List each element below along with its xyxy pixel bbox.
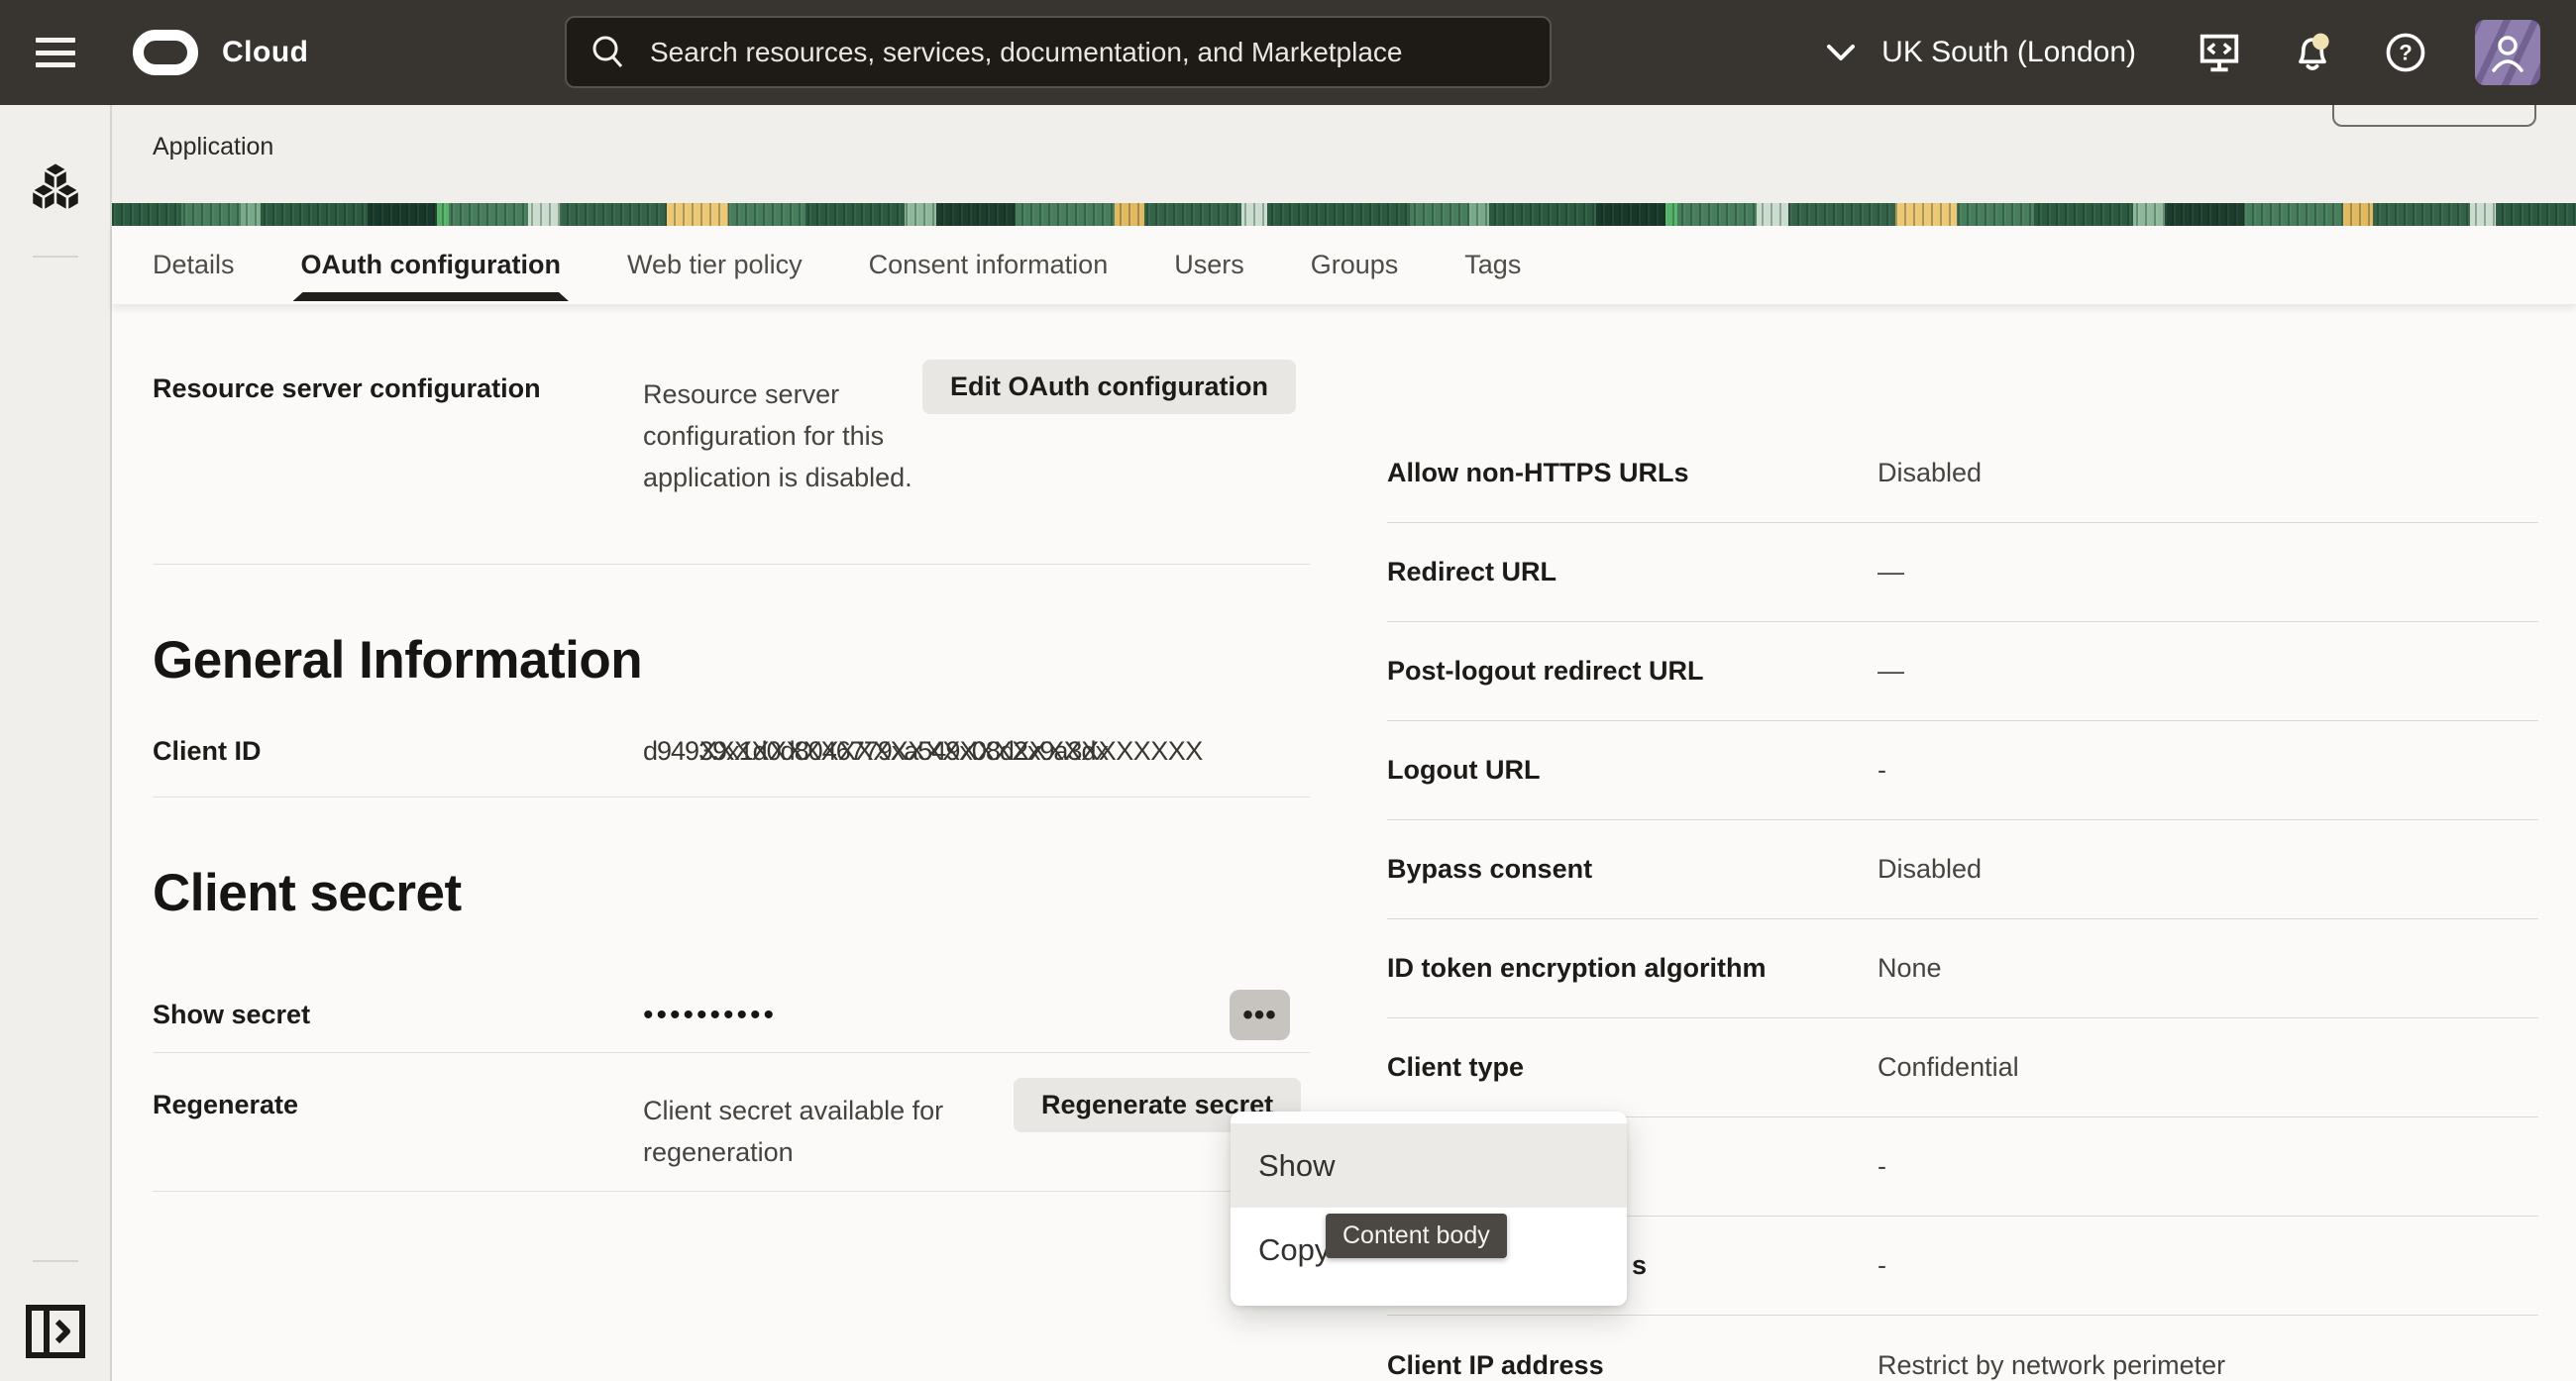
show-secret-row: Show secret •••••••••• ••• (153, 978, 1310, 1053)
global-search[interactable] (565, 16, 1552, 88)
oracle-logo-icon (133, 30, 198, 75)
scrolled-action-button[interactable] (2332, 105, 2536, 127)
secret-actions-menu: Show Copy (1231, 1112, 1627, 1306)
detail-value: None (1878, 953, 1942, 984)
user-avatar[interactable] (2475, 20, 2540, 85)
help-icon: ? (2382, 27, 2429, 78)
detail-row-allow-non-https: Allow non-HTTPS URLs Disabled (1387, 424, 2538, 523)
detail-value: - (1878, 1151, 1886, 1182)
sidebar-divider (33, 1260, 78, 1262)
client-id-row: Client ID d94939x1d0d8046779xa549x08d2x9… (153, 736, 1310, 797)
tab-details[interactable]: Details (153, 226, 235, 304)
page-title-bar: Application (112, 105, 2576, 203)
show-secret-label: Show secret (153, 1000, 643, 1030)
top-header: Cloud UK South (London) (0, 0, 2576, 105)
region-label: UK South (London) (1881, 36, 2136, 69)
detail-row-post-logout-redirect-url: Post-logout redirect URL — (1387, 622, 2538, 721)
person-icon (2484, 29, 2531, 76)
resource-server-configuration-value: Resource server configuration for this a… (643, 352, 922, 564)
tab-tags[interactable]: Tags (1464, 226, 1521, 304)
detail-row-id-token-encryption: ID token encryption algorithm None (1387, 919, 2538, 1018)
tab-consent-information[interactable]: Consent information (869, 226, 1109, 304)
search-icon (589, 33, 628, 72)
general-information-heading: General Information (153, 630, 1310, 690)
detail-label: Bypass consent (1387, 854, 1878, 885)
resource-server-configuration-label: Resource server configuration (153, 352, 643, 564)
detail-label: ID token encryption algorithm (1387, 953, 1878, 984)
masked-secret-value: •••••••••• (643, 999, 777, 1032)
left-sidebar (0, 105, 112, 1381)
client-secret-heading: Client secret (153, 863, 1310, 923)
edit-oauth-configuration-button[interactable]: Edit OAuth configuration (922, 360, 1296, 414)
detail-row-logout-url: Logout URL - (1387, 721, 2538, 820)
resource-server-configuration-row: Resource server configuration Resource s… (153, 352, 1310, 565)
regenerate-label: Regenerate (153, 1078, 643, 1191)
detail-label: Client type (1387, 1052, 1878, 1083)
detail-value: - (1878, 755, 1886, 786)
detail-value: Disabled (1878, 854, 1982, 885)
header-actions: UK South (London) ? (1826, 0, 2540, 105)
hamburger-menu-icon[interactable] (36, 38, 75, 67)
tab-web-tier-policy[interactable]: Web tier policy (627, 226, 803, 304)
help-button[interactable]: ? (2382, 29, 2429, 76)
tab-users[interactable]: Users (1174, 226, 1244, 304)
detail-value: — (1878, 656, 1904, 687)
client-id-value: d94939x1d0d8046779xa549x08d2x9a3dx XXXXX… (643, 736, 1108, 767)
tab-bar: Details OAuth configuration Web tier pol… (112, 226, 2576, 305)
detail-row-client-type: Client type Confidential (1387, 1018, 2538, 1117)
decorative-banner (112, 203, 2576, 226)
detail-label: Allow non-HTTPS URLs (1387, 458, 1878, 488)
client-id-redaction-overlay: XXXXXXXXXXXXXXXXXXXXXXXXXXXXX (699, 736, 1203, 767)
breadcrumb: Application (153, 133, 273, 161)
menu-item-show[interactable]: Show (1231, 1123, 1627, 1208)
notifications-button[interactable] (2289, 29, 2336, 76)
svg-text:?: ? (2399, 40, 2413, 64)
detail-value: Disabled (1878, 458, 1982, 488)
detail-label: Logout URL (1387, 755, 1878, 786)
detail-label: Client IP address (1387, 1350, 1878, 1381)
detail-value: - (1878, 1250, 1886, 1281)
notification-dot (2312, 34, 2329, 51)
search-input[interactable] (650, 37, 1522, 68)
bell-icon (2289, 27, 2336, 78)
services-cubes-icon[interactable] (27, 157, 84, 214)
detail-value: — (1878, 557, 1904, 587)
regenerate-row: Regenerate Client secret available for r… (153, 1053, 1310, 1192)
tab-groups[interactable]: Groups (1311, 226, 1399, 304)
detail-label: Redirect URL (1387, 557, 1878, 587)
expand-panel-icon[interactable] (25, 1304, 86, 1359)
detail-value: Restrict by network perimeter (1878, 1350, 2225, 1381)
cloud-shell-button[interactable] (2196, 29, 2243, 76)
content-body-tooltip: Content body (1326, 1214, 1507, 1258)
brand-name: Cloud (222, 36, 308, 69)
secret-more-actions-button[interactable]: ••• (1230, 990, 1290, 1040)
brand[interactable]: Cloud (133, 30, 308, 75)
chevron-down-icon (1826, 44, 1856, 61)
detail-row-bypass-consent: Bypass consent Disabled (1387, 820, 2538, 919)
detail-value: Confidential (1878, 1052, 2019, 1083)
client-id-label: Client ID (153, 736, 643, 767)
developer-console-icon (2196, 28, 2243, 77)
tab-oauth-configuration[interactable]: OAuth configuration (301, 226, 561, 304)
detail-row-client-ip-address: Client IP address Restrict by network pe… (1387, 1316, 2538, 1381)
detail-row-redirect-url: Redirect URL — (1387, 523, 2538, 622)
regenerate-value: Client secret available for regeneration (643, 1078, 1014, 1191)
detail-label: Post-logout redirect URL (1387, 656, 1878, 687)
region-selector[interactable]: UK South (London) (1826, 36, 2136, 69)
sidebar-divider (33, 256, 78, 258)
